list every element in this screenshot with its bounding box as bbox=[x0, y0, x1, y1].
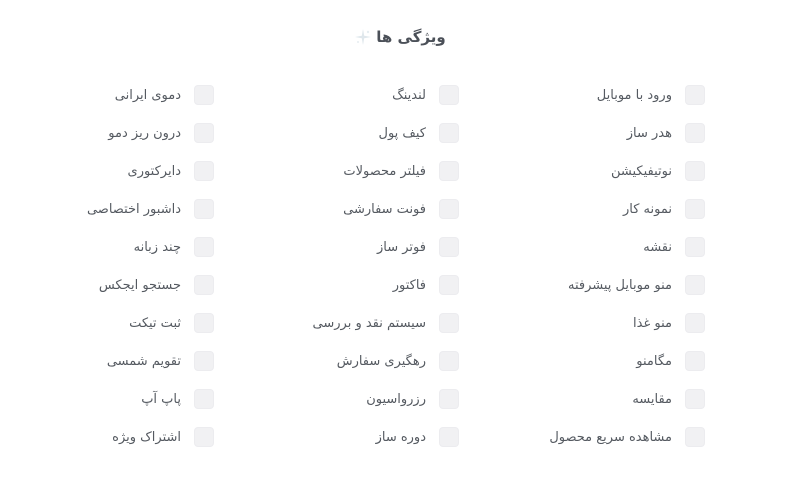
feature-checkbox[interactable] bbox=[194, 427, 214, 447]
feature-checkbox[interactable] bbox=[194, 275, 214, 295]
feature-label: رهگیری سفارش bbox=[336, 353, 426, 369]
feature-option[interactable]: داشبور اختصاصی bbox=[87, 190, 214, 228]
feature-checkbox[interactable] bbox=[439, 275, 459, 295]
feature-option[interactable]: فونت سفارشی bbox=[313, 190, 459, 228]
feature-checkbox[interactable] bbox=[194, 237, 214, 257]
feature-option[interactable]: هدر ساز bbox=[549, 114, 705, 152]
feature-option[interactable]: رهگیری سفارش bbox=[313, 342, 459, 380]
feature-label: تقویم شمسی bbox=[106, 353, 181, 369]
feature-checkbox[interactable] bbox=[439, 389, 459, 409]
feature-checkbox[interactable] bbox=[685, 275, 705, 295]
feature-option[interactable]: دموی ایرانی bbox=[87, 76, 214, 114]
feature-label: ثبت تیکت bbox=[129, 315, 181, 331]
feature-checkbox[interactable] bbox=[194, 85, 214, 105]
feature-label: مگامنو bbox=[636, 353, 672, 369]
feature-checkbox[interactable] bbox=[439, 237, 459, 257]
feature-label: پاپ آپ bbox=[141, 391, 181, 407]
feature-label: لندینگ bbox=[392, 87, 426, 103]
feature-checkbox[interactable] bbox=[685, 237, 705, 257]
feature-checkbox[interactable] bbox=[194, 123, 214, 143]
feature-column-2: لندینگ کیف پول فیلتر محصولات فونت سفارشی فوت… bbox=[313, 76, 459, 456]
feature-label: چند زبانه bbox=[133, 239, 181, 255]
feature-label: فاکتور bbox=[392, 277, 426, 293]
feature-option[interactable]: منو موبایل پیشرفته bbox=[549, 266, 705, 304]
feature-checkbox[interactable] bbox=[685, 123, 705, 143]
feature-columns: ورود با موبایل هدر ساز نوتیفیکیشن نمونه کار… bbox=[0, 0, 800, 500]
feature-label: فوتر ساز bbox=[377, 239, 426, 255]
feature-column-3: دموی ایرانی درون ریز دمو دایرکتوری داشبور ا… bbox=[87, 76, 214, 456]
feature-label: رزرواسیون bbox=[366, 391, 426, 407]
features-panel: ویژگی ها ورود با موبایل هدر ساز نوتیفیکیشن… bbox=[0, 0, 800, 500]
feature-option[interactable]: مشاهده سریع محصول bbox=[549, 418, 705, 456]
feature-label: اشتراک ویژه bbox=[112, 429, 181, 445]
feature-column-1: ورود با موبایل هدر ساز نوتیفیکیشن نمونه کار… bbox=[549, 76, 705, 456]
feature-option[interactable]: منو غذا bbox=[549, 304, 705, 342]
feature-label: هدر ساز bbox=[626, 125, 672, 141]
feature-option[interactable]: چند زبانه bbox=[87, 228, 214, 266]
feature-checkbox[interactable] bbox=[439, 427, 459, 447]
feature-checkbox[interactable] bbox=[439, 161, 459, 181]
feature-option[interactable]: اشتراک ویژه bbox=[87, 418, 214, 456]
feature-option[interactable]: رزرواسیون bbox=[313, 380, 459, 418]
feature-option[interactable]: کیف پول bbox=[313, 114, 459, 152]
feature-checkbox[interactable] bbox=[685, 389, 705, 409]
feature-checkbox[interactable] bbox=[439, 85, 459, 105]
feature-option[interactable]: مگامنو bbox=[549, 342, 705, 380]
feature-checkbox[interactable] bbox=[439, 123, 459, 143]
feature-checkbox[interactable] bbox=[439, 313, 459, 333]
feature-option[interactable]: جستجو ایجکس bbox=[87, 266, 214, 304]
feature-checkbox[interactable] bbox=[685, 351, 705, 371]
feature-checkbox[interactable] bbox=[194, 161, 214, 181]
feature-checkbox[interactable] bbox=[439, 351, 459, 371]
feature-label: مقایسه bbox=[632, 391, 672, 407]
feature-option[interactable]: پاپ آپ bbox=[87, 380, 214, 418]
feature-label: ورود با موبایل bbox=[596, 87, 672, 103]
feature-checkbox[interactable] bbox=[194, 313, 214, 333]
feature-label: نقشه bbox=[643, 239, 672, 255]
feature-option[interactable]: نوتیفیکیشن bbox=[549, 152, 705, 190]
feature-label: منو موبایل پیشرفته bbox=[567, 277, 672, 293]
feature-option[interactable]: مقایسه bbox=[549, 380, 705, 418]
feature-option[interactable]: دوره ساز bbox=[313, 418, 459, 456]
feature-label: نمونه کار bbox=[623, 201, 672, 217]
feature-option[interactable]: لندینگ bbox=[313, 76, 459, 114]
feature-label: منو غذا bbox=[633, 315, 672, 331]
feature-checkbox[interactable] bbox=[194, 199, 214, 219]
feature-checkbox[interactable] bbox=[685, 161, 705, 181]
feature-label: مشاهده سریع محصول bbox=[549, 429, 672, 445]
feature-option[interactable]: فاکتور bbox=[313, 266, 459, 304]
feature-option[interactable]: نمونه کار bbox=[549, 190, 705, 228]
feature-checkbox[interactable] bbox=[194, 389, 214, 409]
feature-label: فونت سفارشی bbox=[343, 201, 426, 217]
feature-option[interactable]: نقشه bbox=[549, 228, 705, 266]
feature-option[interactable]: ورود با موبایل bbox=[549, 76, 705, 114]
feature-label: فیلتر محصولات bbox=[343, 163, 426, 179]
feature-label: داشبور اختصاصی bbox=[86, 201, 181, 217]
feature-checkbox[interactable] bbox=[439, 199, 459, 219]
feature-option[interactable]: ثبت تیکت bbox=[87, 304, 214, 342]
feature-option[interactable]: فیلتر محصولات bbox=[313, 152, 459, 190]
feature-option[interactable]: سیستم نقد و بررسی bbox=[313, 304, 459, 342]
feature-checkbox[interactable] bbox=[685, 85, 705, 105]
feature-checkbox[interactable] bbox=[685, 199, 705, 219]
feature-label: درون ریز دمو bbox=[108, 125, 181, 141]
feature-option[interactable]: درون ریز دمو bbox=[87, 114, 214, 152]
feature-checkbox[interactable] bbox=[685, 427, 705, 447]
feature-label: کیف پول bbox=[378, 125, 426, 141]
feature-option[interactable]: تقویم شمسی bbox=[87, 342, 214, 380]
feature-label: دموی ایرانی bbox=[114, 87, 181, 103]
feature-label: دایرکتوری bbox=[127, 163, 181, 179]
feature-checkbox[interactable] bbox=[194, 351, 214, 371]
feature-label: نوتیفیکیشن bbox=[611, 163, 672, 179]
feature-option[interactable]: دایرکتوری bbox=[87, 152, 214, 190]
feature-label: جستجو ایجکس bbox=[98, 277, 181, 293]
feature-label: دوره ساز bbox=[375, 429, 426, 445]
feature-label: سیستم نقد و بررسی bbox=[312, 315, 426, 331]
feature-checkbox[interactable] bbox=[685, 313, 705, 333]
feature-option[interactable]: فوتر ساز bbox=[313, 228, 459, 266]
